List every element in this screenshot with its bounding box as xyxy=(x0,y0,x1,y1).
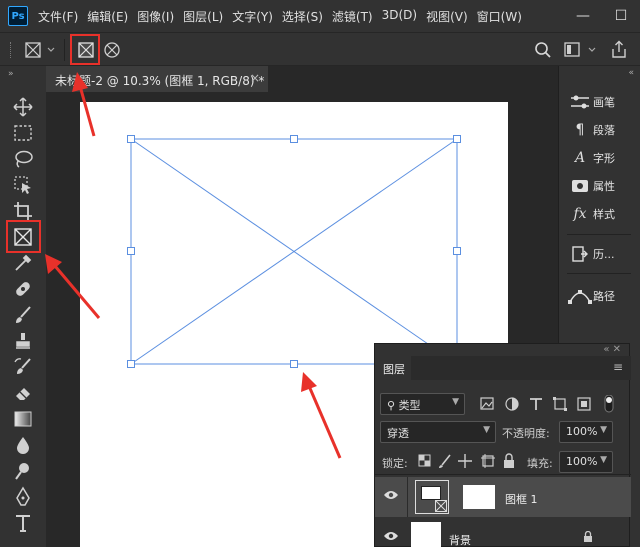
arrow-to-bottom-handle-icon xyxy=(301,372,342,459)
annotation-arrows xyxy=(45,72,342,459)
arrow-to-frame-tool-icon xyxy=(45,254,101,319)
arrow-to-options-icon xyxy=(72,72,96,137)
